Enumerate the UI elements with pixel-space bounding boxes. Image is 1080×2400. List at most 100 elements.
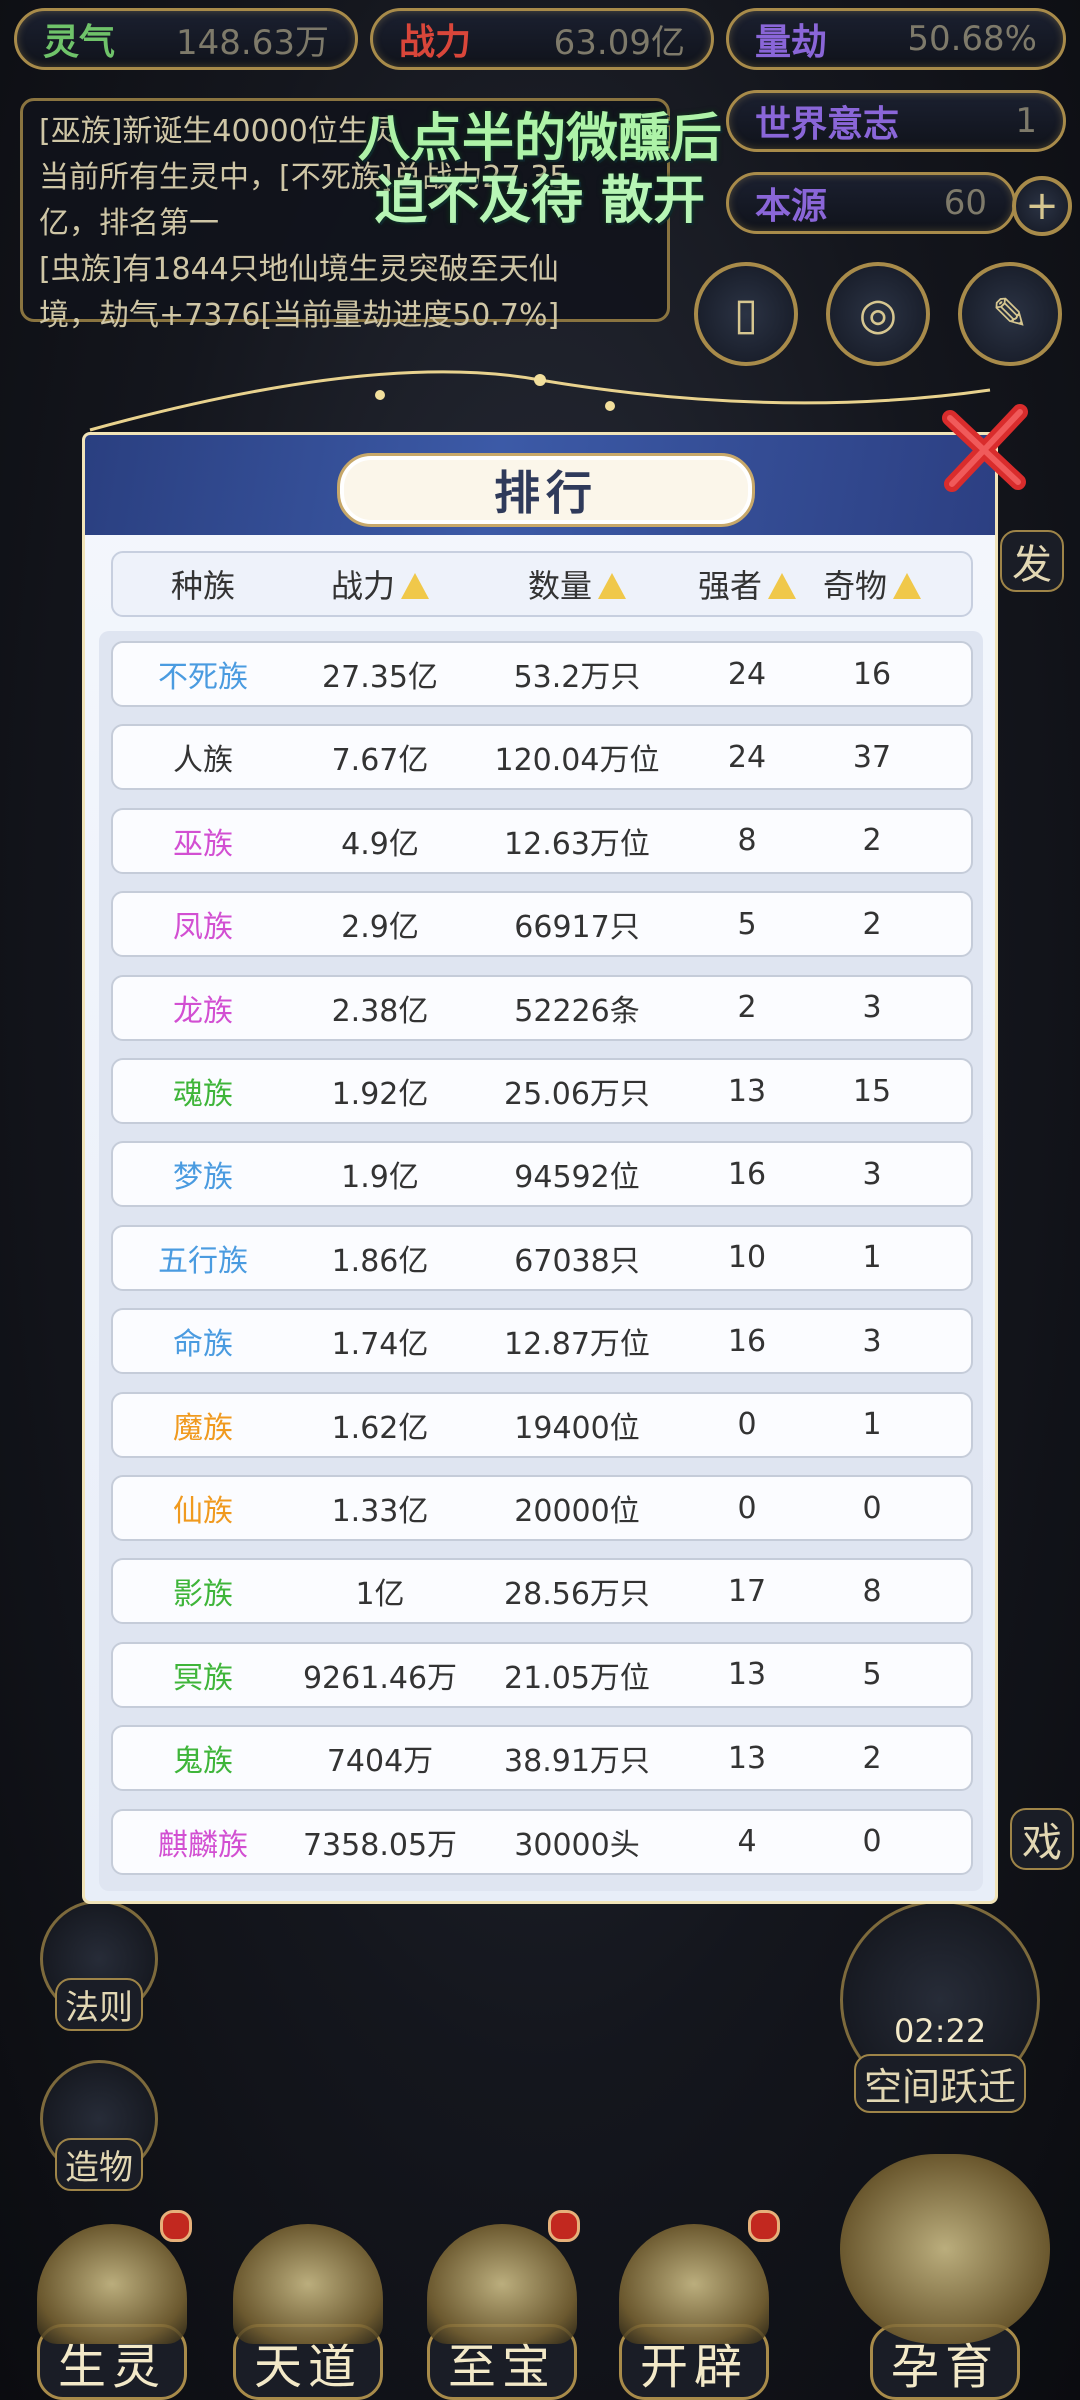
treasure-cell: 0 [862, 1490, 882, 1526]
count-cell: 67038只 [514, 1243, 640, 1279]
modal-title: 排行 [337, 453, 755, 527]
strong-cell: 13 [727, 1657, 767, 1693]
count-cell: 38.91万只 [504, 1744, 650, 1780]
lingqi-stat: 灵气 148.63万 [14, 8, 358, 70]
table-row[interactable]: 仙族 1.33亿 20000位 0 0 [111, 1475, 973, 1541]
notification-dot [160, 2210, 192, 2242]
nav-shengling[interactable]: 生灵 [24, 2220, 200, 2400]
scroll-icon[interactable]: ✎ [958, 262, 1062, 366]
table-row[interactable]: 五行族 1.86亿 67038只 10 1 [111, 1224, 973, 1291]
sort-count-button[interactable]: 数量 [467, 561, 687, 607]
race-cell: 命族 [173, 1327, 233, 1363]
close-icon[interactable] [936, 398, 1032, 494]
count-cell: 19400位 [514, 1410, 640, 1446]
power-cell: 1.74亿 [331, 1327, 429, 1363]
count-cell: 28.56万只 [504, 1577, 650, 1613]
nav-tiandao[interactable]: 天道 [220, 2220, 396, 2400]
card-icon[interactable]: ▯ [694, 262, 798, 366]
yunyu-emblem-icon [840, 2154, 1050, 2344]
zaowu-button[interactable]: 造物 [40, 2060, 158, 2191]
strong-cell: 16 [727, 1323, 767, 1359]
strong-cell: 4 [737, 1824, 757, 1860]
treasure-cell: 3 [862, 1323, 882, 1359]
strong-cell: 2 [737, 990, 757, 1026]
strong-cell: 0 [737, 1490, 757, 1526]
power-cell: 7358.05万 [302, 1827, 458, 1863]
table-row[interactable]: 命族 1.74亿 12.87万位 16 3 [111, 1308, 973, 1375]
column-header-row: 种族 战力 数量 强者 奇物 [111, 551, 973, 617]
liangjie-stat: 量劫 50.68% [726, 8, 1066, 70]
treasure-cell: 1 [862, 1407, 882, 1443]
power-cell: 1.9亿 [341, 1160, 419, 1196]
space-jump-button[interactable]: 空间跃迁 [840, 1900, 1040, 2113]
table-row[interactable]: 梦族 1.9亿 94592位 16 3 [111, 1141, 973, 1208]
table-row[interactable]: 鬼族 7404万 38.91万只 13 2 [111, 1725, 973, 1792]
strong-cell: 0 [737, 1407, 757, 1443]
zhanli-stat: 战力 63.09亿 [370, 8, 714, 70]
nav-zhibao[interactable]: 至宝 [414, 2220, 590, 2400]
header-count: 数量 [527, 567, 592, 605]
strong-cell: 13 [727, 1740, 767, 1776]
fazhe-label: 法则 [55, 1978, 143, 2031]
shengling-emblem-icon [37, 2224, 187, 2344]
count-cell: 53.2万只 [513, 660, 641, 695]
treasure-cell: 5 [862, 1657, 882, 1693]
treasure-cell: 0 [862, 1824, 882, 1860]
table-row[interactable]: 人族 7.67亿 120.04万位 24 37 [111, 724, 973, 791]
table-row[interactable]: 麒麟族 7358.05万 30000头 4 0 [111, 1808, 973, 1875]
table-row[interactable]: 冥族 9261.46万 21.05万位 13 5 [111, 1641, 973, 1708]
treasure-cell: 16 [852, 656, 892, 692]
count-cell: 12.87万位 [504, 1327, 650, 1363]
power-cell: 7404万 [326, 1744, 434, 1780]
ranking-list[interactable]: 不死族 27.35亿 53.2万只 24 16 人族 7.67亿 120.04万位 24 37 巫族… [99, 631, 983, 1891]
right-side-label[interactable]: 戏 [1010, 1808, 1074, 1870]
right-side-label[interactable]: 发 [1000, 530, 1064, 592]
sort-treasure-button[interactable]: 奇物 [807, 561, 937, 607]
treasure-cell: 3 [862, 990, 882, 1026]
nav-kaipi[interactable]: 开辟 [606, 2220, 782, 2400]
race-cell: 龙族 [173, 993, 233, 1029]
table-row[interactable]: 龙族 2.38亿 52226条 2 3 [111, 974, 973, 1041]
table-row[interactable]: 魂族 1.92亿 25.06万只 13 15 [111, 1058, 973, 1124]
swirl-icon[interactable]: ◎ [826, 262, 930, 366]
count-cell: 30000头 [514, 1827, 640, 1863]
count-cell: 120.04万位 [494, 743, 660, 779]
header-strong: 强者 [697, 567, 762, 605]
fazhe-button[interactable]: 法则 [40, 1900, 158, 2031]
kaipi-emblem-icon [619, 2224, 769, 2344]
table-row[interactable]: 影族 1亿 28.56万只 17 8 [111, 1558, 973, 1625]
ranking-modal: 排行 种族 战力 数量 强者 奇物 不死族 27.35亿 53.2万只 24 16 人族 7… [82, 432, 998, 1904]
zhanli-value: 63.09亿 [553, 22, 685, 63]
tiandao-emblem-icon [233, 2224, 383, 2344]
sort-power-button[interactable]: 战力 [293, 561, 467, 607]
sort-strong-button[interactable]: 强者 [687, 561, 807, 607]
treasure-cell: 2 [862, 906, 882, 942]
strong-cell: 16 [727, 1156, 767, 1192]
table-row[interactable]: 巫族 4.9亿 12.63万位 8 2 [111, 807, 973, 874]
nav-yunyu[interactable]: 孕育 [820, 2150, 1070, 2400]
treasure-cell: 2 [862, 1740, 882, 1776]
log-line: [虫族]有1844只地仙境生灵突破至天仙 [39, 252, 559, 287]
zhibao-emblem-icon [427, 2224, 577, 2344]
modal-frame-ornament [89, 370, 991, 432]
zhanli-label: 战力 [399, 22, 472, 63]
notification-dot [548, 2210, 580, 2242]
power-cell: 1.62亿 [331, 1410, 429, 1446]
lingqi-label: 灵气 [43, 22, 116, 63]
strong-cell: 8 [737, 823, 757, 859]
sort-arrow-icon [401, 573, 429, 599]
race-cell: 仙族 [173, 1494, 233, 1529]
race-cell: 巫族 [173, 826, 233, 862]
zaowu-label: 造物 [55, 2138, 143, 2191]
table-row[interactable]: 魔族 1.62亿 19400位 0 1 [111, 1391, 973, 1458]
treasure-cell: 8 [862, 1573, 882, 1609]
table-row[interactable]: 凤族 2.9亿 66917只 5 2 [111, 891, 973, 958]
strong-cell: 10 [727, 1240, 767, 1276]
power-cell: 1.92亿 [331, 1077, 429, 1112]
space-jump-label: 空间跃迁 [853, 2054, 1026, 2113]
treasure-cell: 1 [862, 1240, 882, 1276]
sort-arrow-icon [768, 573, 796, 599]
table-row[interactable]: 不死族 27.35亿 53.2万只 24 16 [111, 641, 973, 707]
count-cell: 12.63万位 [504, 826, 650, 862]
modal-header: 排行 [85, 435, 995, 535]
